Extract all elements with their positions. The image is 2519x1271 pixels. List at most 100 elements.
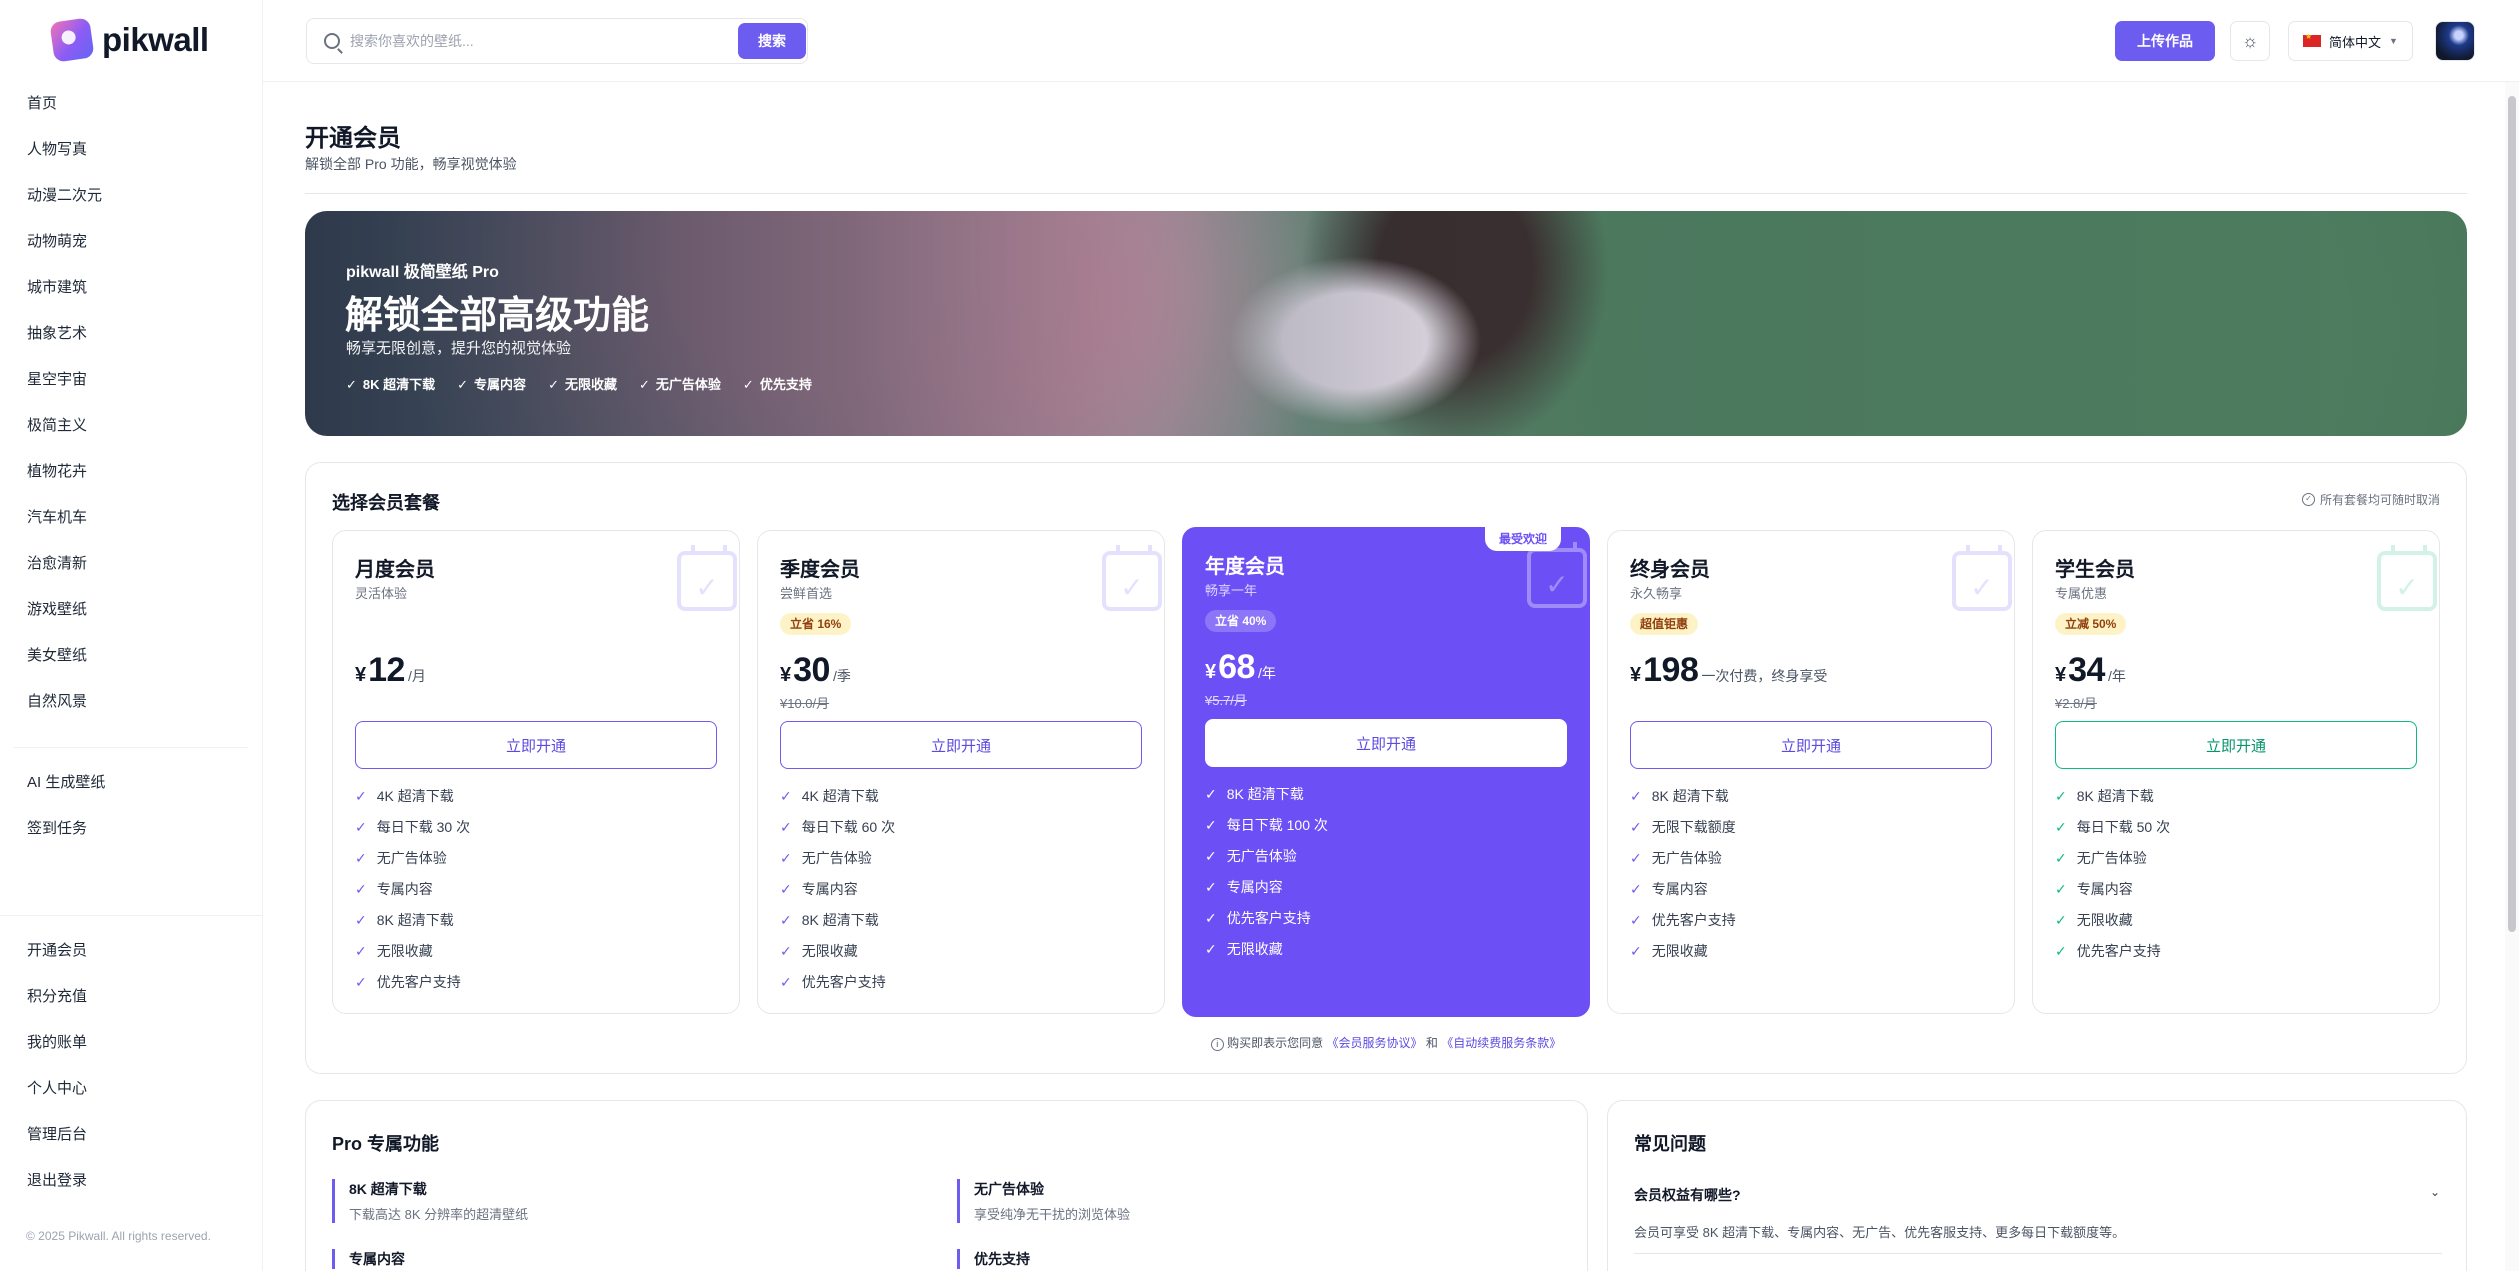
check-icon: ✓ <box>780 850 792 866</box>
auto-renew-terms-link[interactable]: 《自动续费服务条款》 <box>1441 1036 1561 1050</box>
check-icon: ✓ <box>355 850 367 866</box>
service-agreement-link[interactable]: 《会员服务协议》 <box>1326 1036 1422 1050</box>
nav-item-home[interactable]: 首页 <box>0 81 262 127</box>
list-item: ✓ 4K 超清下载 <box>780 788 879 804</box>
list-item: ✓ 无广告体验 <box>355 850 447 866</box>
plan-feature-list: ✓ 4K 超清下载 ✓ 每日下载 60 次 ✓ 无广告体验 ✓ 专属内容 ✓ 8K 超清下… <box>780 781 895 998</box>
nav-item-bills[interactable]: 我的账单 <box>0 1020 262 1066</box>
calendar-check-icon <box>677 545 737 611</box>
nav-item-minimalism[interactable]: 极简主义 <box>0 403 262 449</box>
nav-item-logout[interactable]: 退出登录 <box>0 1158 262 1204</box>
china-flag-icon <box>2303 32 2321 47</box>
list-item: ✓ 8K 超清下载 <box>780 912 879 928</box>
nav-item-profile[interactable]: 个人中心 <box>0 1066 262 1112</box>
account-nav: 开通会员 积分充值 我的账单 个人中心 管理后台 退出登录 <box>0 928 262 1204</box>
nav-item-pets[interactable]: 动物萌宠 <box>0 219 262 265</box>
subscribe-button-monthly[interactable]: 立即开通 <box>355 721 717 769</box>
sidebar: pikwall 首页 人物写真 动漫二次元 动物萌宠 城市建筑 抽象艺术 星空宇… <box>0 0 263 1271</box>
logo[interactable]: pikwall <box>49 17 209 63</box>
nav-item-space[interactable]: 星空宇宙 <box>0 357 262 403</box>
list-item: ✓ 8K 超清下载 <box>1205 786 1304 802</box>
agreement-notice: i 购买即表示您同意 《会员服务协议》 和 《自动续费服务条款》 <box>306 1034 2466 1051</box>
check-icon: ✓ <box>355 974 367 990</box>
divider <box>305 193 2467 194</box>
list-item: ✓ 无广告体验 <box>780 850 872 866</box>
discount-badge: 立省 16% <box>780 613 852 635</box>
check-icon: ✓ <box>1630 881 1642 897</box>
plan-name: 年度会员 <box>1205 556 1285 578</box>
check-icon: ✓ <box>780 819 792 835</box>
check-icon: ✓ <box>2055 788 2067 804</box>
nav-item-nature[interactable]: 自然风景 <box>0 679 262 725</box>
list-item: ✓ 8K 超清下载 <box>1630 788 1729 804</box>
nav-item-anime[interactable]: 动漫二次元 <box>0 173 262 219</box>
check-icon: ✓ <box>355 788 367 804</box>
chevron-down-icon: ▼ <box>2389 36 2398 46</box>
nav-item-checkin[interactable]: 签到任务 <box>0 806 262 852</box>
check-icon: ✓ <box>1630 788 1642 804</box>
list-item: ✓ 无限收藏 <box>2055 912 2133 928</box>
category-nav: 首页 人物写真 动漫二次元 动物萌宠 城市建筑 抽象艺术 星空宇宙 极简主义 植… <box>0 81 262 725</box>
plan-card-quarterly: 季度会员 尝鲜首选 立省 16% ¥30/季 ¥10.0/月 立即开通 ✓4K … <box>757 530 1165 1014</box>
search-button[interactable]: 搜索 <box>738 23 806 59</box>
nav-item-healing[interactable]: 治愈清新 <box>0 541 262 587</box>
list-item: ✓ 优先客户支持 <box>2055 943 2161 959</box>
hero-subtitle: 畅享无限创意，提升您的视觉体验 <box>346 340 572 357</box>
list-item: ✓ 8K 超清下载 <box>2055 788 2154 804</box>
user-avatar[interactable] <box>2435 21 2475 61</box>
hero-title: 解锁全部高级功能 <box>345 295 650 337</box>
search-input[interactable] <box>350 33 730 49</box>
check-icon: ✓ <box>2055 912 2067 928</box>
calendar-check-icon <box>1102 545 1162 611</box>
plan-feature-list: ✓ 8K 超清下载 ✓ 无限下载额度 ✓ 无广告体验 ✓ 专属内容 ✓ 优先客户支持 ✓ 无… <box>1630 781 1736 967</box>
page-subtitle: 解锁全部 Pro 功能，畅享视觉体验 <box>305 156 517 172</box>
plan-card-monthly: 月度会员 灵活体验 ¥12/月 立即开通 ✓4K 超清下载 ✓每日下载 30 次… <box>332 530 740 1014</box>
subscribe-button-student[interactable]: 立即开通 <box>2055 721 2417 769</box>
list-item: ✓ 无广告体验 <box>1205 848 1297 864</box>
faq-question[interactable]: 会员权益有哪些? <box>1634 1185 2444 1205</box>
theme-toggle-button[interactable]: ☼ <box>2230 21 2270 61</box>
check-icon: ✓ <box>2055 881 2067 897</box>
check-icon: ✓ <box>1205 817 1217 833</box>
nav-item-admin[interactable]: 管理后台 <box>0 1112 262 1158</box>
chevron-down-icon[interactable]: ⌄ <box>2430 1185 2440 1199</box>
check-icon: ✓ <box>780 912 792 928</box>
nav-item-games[interactable]: 游戏壁纸 <box>0 587 262 633</box>
subscribe-button-lifetime[interactable]: 立即开通 <box>1630 721 1992 769</box>
plan-feature-list: ✓ 8K 超清下载 ✓ 每日下载 50 次 ✓ 无广告体验 ✓ 专属内容 ✓ 无限收藏 ✓… <box>2055 781 2170 967</box>
nav-item-ai-wallpaper[interactable]: AI 生成壁纸 <box>0 760 262 806</box>
scrollbar-thumb[interactable] <box>2508 96 2516 932</box>
check-icon: ✓ <box>355 819 367 835</box>
subscribe-button-quarterly[interactable]: 立即开通 <box>780 721 1142 769</box>
list-item: ✓ 专属内容 <box>2055 881 2133 897</box>
hero-kicker: pikwall 极简壁纸 Pro <box>346 264 499 281</box>
nav-item-abstract[interactable]: 抽象艺术 <box>0 311 262 357</box>
nav-item-beauty[interactable]: 美女壁纸 <box>0 633 262 679</box>
language-selector[interactable]: 简体中文 ▼ <box>2288 21 2413 61</box>
list-item: ✓ 无限收藏 <box>780 943 858 959</box>
nav-item-membership[interactable]: 开通会员 <box>0 928 262 974</box>
nav-item-recharge[interactable]: 积分充值 <box>0 974 262 1020</box>
upload-button[interactable]: 上传作品 <box>2115 21 2215 61</box>
list-item: ✓ 优先客户支持 <box>1205 910 1311 926</box>
check-icon: ✓ <box>355 912 367 928</box>
plans-title: 选择会员套餐 <box>332 493 440 513</box>
nav-item-vehicles[interactable]: 汽车机车 <box>0 495 262 541</box>
list-item: ✓ 优先客户支持 <box>780 974 886 990</box>
plan-tagline: 畅享一年 <box>1205 583 1258 598</box>
pro-feature-item: 8K 超清下载 下载高达 8K 分辨率的超清壁纸 <box>332 1179 528 1223</box>
search-bar: 搜索 <box>306 18 808 64</box>
language-label: 简体中文 <box>2329 34 2382 50</box>
hero-feature-list: ✓ 8K 超清下载 ✓ 专属内容 ✓ 无限收藏 ✓ 无广告体验 ✓ 优先支持 <box>346 374 812 393</box>
check-icon: ✓ <box>548 377 559 392</box>
nav-item-plants[interactable]: 植物花卉 <box>0 449 262 495</box>
check-icon: ✓ <box>1630 943 1642 959</box>
plan-price: ¥12/月 <box>355 651 426 689</box>
faq-answer: 会员可享受 8K 超清下载、专属内容、无广告、优先客服支持、更多每日下载额度等。 <box>1634 1225 2126 1240</box>
sun-icon: ☼ <box>2241 30 2259 51</box>
subscribe-button-annual[interactable]: 立即开通 <box>1205 719 1567 767</box>
nav-item-architecture[interactable]: 城市建筑 <box>0 265 262 311</box>
nav-item-portrait[interactable]: 人物写真 <box>0 127 262 173</box>
search-icon <box>324 33 340 49</box>
list-item: ✓ 无广告体验 <box>2055 850 2147 866</box>
